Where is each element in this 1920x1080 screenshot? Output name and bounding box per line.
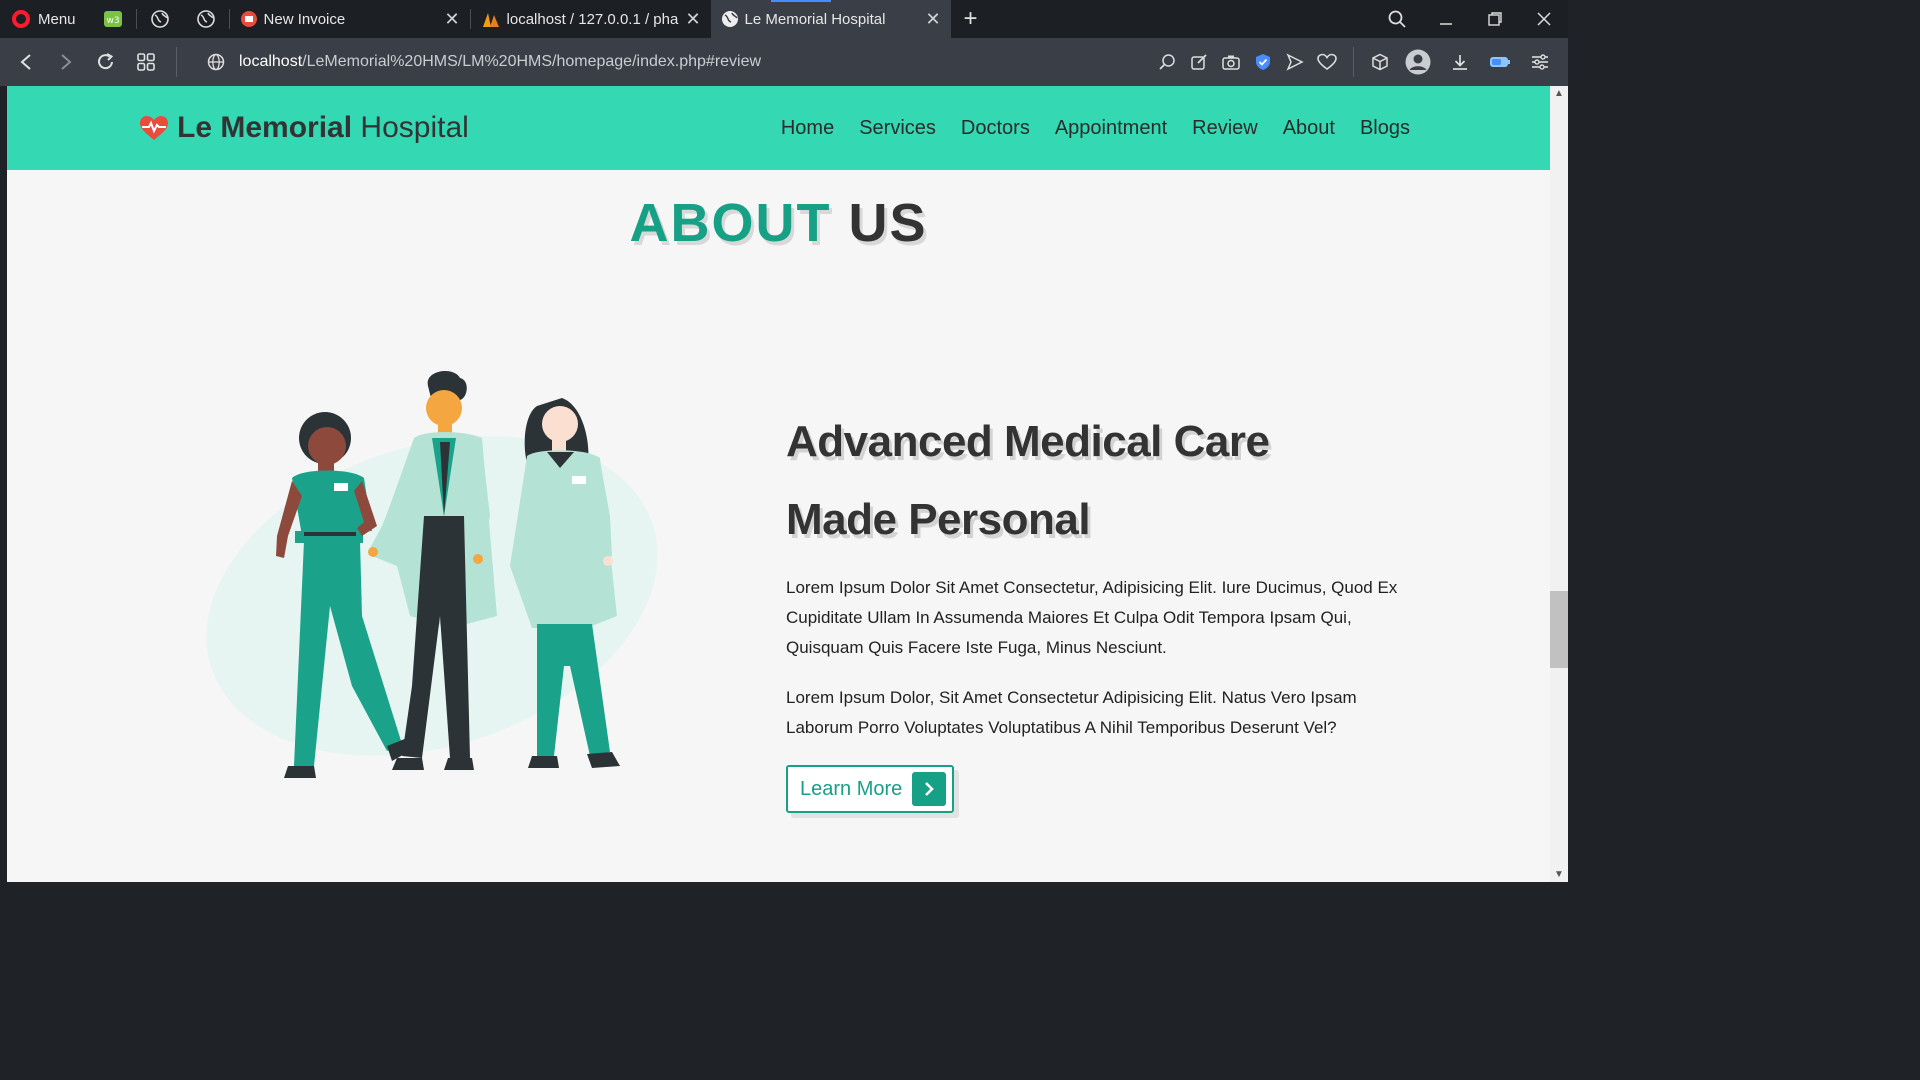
url-host: localhost: [239, 53, 303, 70]
opera-logo-icon: [12, 10, 30, 28]
site-logo[interactable]: Le Memorial Hospital: [139, 111, 469, 145]
main-navigation: Home Services Doctors Appointment Review…: [781, 117, 1410, 140]
battery-saver-icon[interactable]: [1480, 38, 1520, 86]
about-heading-line-2: Made Personal: [786, 495, 1091, 544]
minimize-icon[interactable]: [1421, 0, 1470, 38]
logo-light-text: Hospital: [360, 111, 469, 144]
chevron-right-icon: [912, 772, 947, 806]
heart-icon[interactable]: [1311, 38, 1343, 86]
forward-button[interactable]: [46, 38, 86, 86]
tab-close-icon[interactable]: ✕: [925, 9, 940, 30]
about-heading-line-1: Advanced Medical Care: [786, 417, 1270, 466]
tab-close-icon[interactable]: ✕: [685, 9, 700, 30]
tab-title: Le Memorial Hospital: [744, 10, 886, 28]
toolbar-separator: [176, 47, 177, 77]
close-window-icon[interactable]: [1519, 0, 1568, 38]
browser-menu-button[interactable]: Menu: [0, 0, 90, 38]
browser-address-bar: localhost/LeMemorial%20HMS/LM%20HMS/home…: [0, 38, 1568, 86]
section-title-accent: ABOUT: [629, 193, 832, 253]
page-viewport: Le Memorial Hospital Home Services Docto…: [7, 86, 1550, 882]
tab-phpmyadmin[interactable]: localhost / 127.0.0.1 / phar ✕: [471, 0, 711, 38]
about-paragraph-1: Lorem Ipsum Dolor Sit Amet Consectetur, …: [786, 578, 1398, 657]
pinned-tab-globe-2[interactable]: [183, 0, 229, 38]
edit-icon[interactable]: [1183, 38, 1215, 86]
browser-tab-bar: Menu w3 New Invoice ✕ localhost / 127.0.…: [0, 0, 1568, 38]
menu-label: Menu: [38, 10, 76, 28]
easy-setup-icon[interactable]: [1520, 38, 1560, 86]
extension-icon: w3: [103, 11, 122, 27]
nav-link-review[interactable]: Review: [1192, 117, 1258, 140]
camera-icon[interactable]: [1215, 38, 1247, 86]
globe-icon: [196, 10, 215, 28]
about-paragraph-2: Lorem Ipsum Dolor, Sit Amet Consectetur …: [786, 688, 1357, 737]
back-arrow-icon: [20, 54, 31, 70]
tab-title: New Invoice: [263, 10, 346, 28]
page-scrollbar[interactable]: ▲ ▼: [1550, 86, 1568, 882]
url-path: /LeMemorial%20HMS/LM%20HMS/homepage/inde…: [302, 53, 762, 70]
nav-link-about[interactable]: About: [1283, 117, 1335, 140]
reload-button[interactable]: [86, 38, 126, 86]
back-button[interactable]: [6, 38, 46, 86]
tab-le-memorial-hospital[interactable]: Le Memorial Hospital ✕: [710, 0, 951, 38]
tab-title: localhost / 127.0.0.1 / phar: [506, 10, 680, 28]
heartbeat-icon: [140, 116, 168, 140]
send-icon[interactable]: [1279, 38, 1311, 86]
download-icon[interactable]: [1440, 38, 1480, 86]
url-field[interactable]: localhost/LeMemorial%20HMS/LM%20HMS/home…: [207, 53, 761, 71]
site-info-globe-icon[interactable]: [207, 53, 225, 71]
speed-dial-button[interactable]: [126, 38, 166, 86]
new-tab-button[interactable]: +: [951, 0, 991, 38]
scrollbar-thumb[interactable]: [1550, 591, 1568, 668]
section-title-rest: US: [848, 193, 928, 253]
invoice-favicon-icon: [240, 11, 257, 27]
globe-icon: [150, 10, 169, 28]
logo-bold-text: Le Memorial: [177, 111, 353, 144]
nav-link-blogs[interactable]: Blogs: [1360, 117, 1410, 140]
medical-team-illustration: [206, 371, 658, 778]
profile-avatar-icon[interactable]: [1396, 38, 1440, 86]
about-content: Advanced Medical Care Made Personal Lore…: [786, 403, 1426, 813]
svg-text:w3: w3: [106, 16, 119, 26]
pinned-tab-globe-1[interactable]: [137, 0, 183, 38]
learn-more-label: Learn More: [800, 777, 903, 800]
tab-new-invoice[interactable]: New Invoice ✕: [230, 0, 470, 38]
globe-icon: [721, 11, 738, 27]
nav-link-services[interactable]: Services: [859, 117, 936, 140]
window-controls: [1372, 0, 1568, 38]
site-header: Le Memorial Hospital Home Services Docto…: [7, 86, 1550, 170]
nav-link-doctors[interactable]: Doctors: [961, 117, 1030, 140]
learn-more-button[interactable]: Learn More: [786, 765, 955, 813]
tab-close-icon[interactable]: ✕: [444, 9, 459, 30]
pinned-tab-extension[interactable]: w3: [90, 0, 136, 38]
search-tabs-icon[interactable]: [1372, 0, 1421, 38]
forward-arrow-icon: [61, 54, 72, 70]
toolbar-separator: [1353, 47, 1354, 77]
restore-icon[interactable]: [1470, 0, 1519, 38]
scroll-up-arrow-icon[interactable]: ▲: [1550, 88, 1568, 99]
zoom-search-icon[interactable]: [1151, 38, 1183, 86]
nav-link-home[interactable]: Home: [781, 117, 834, 140]
browser-toolbar: [1151, 38, 1568, 86]
nav-link-appointment[interactable]: Appointment: [1055, 117, 1167, 140]
section-title: ABOUT US: [7, 192, 1550, 254]
cube-icon[interactable]: [1364, 38, 1396, 86]
scroll-down-arrow-icon[interactable]: ▼: [1550, 869, 1568, 880]
phpmyadmin-favicon-icon: [482, 13, 499, 27]
grid-icon: [137, 53, 155, 71]
about-heading: Advanced Medical Care Made Personal: [786, 403, 1426, 559]
reload-icon: [98, 53, 114, 70]
shield-icon[interactable]: [1247, 38, 1279, 86]
